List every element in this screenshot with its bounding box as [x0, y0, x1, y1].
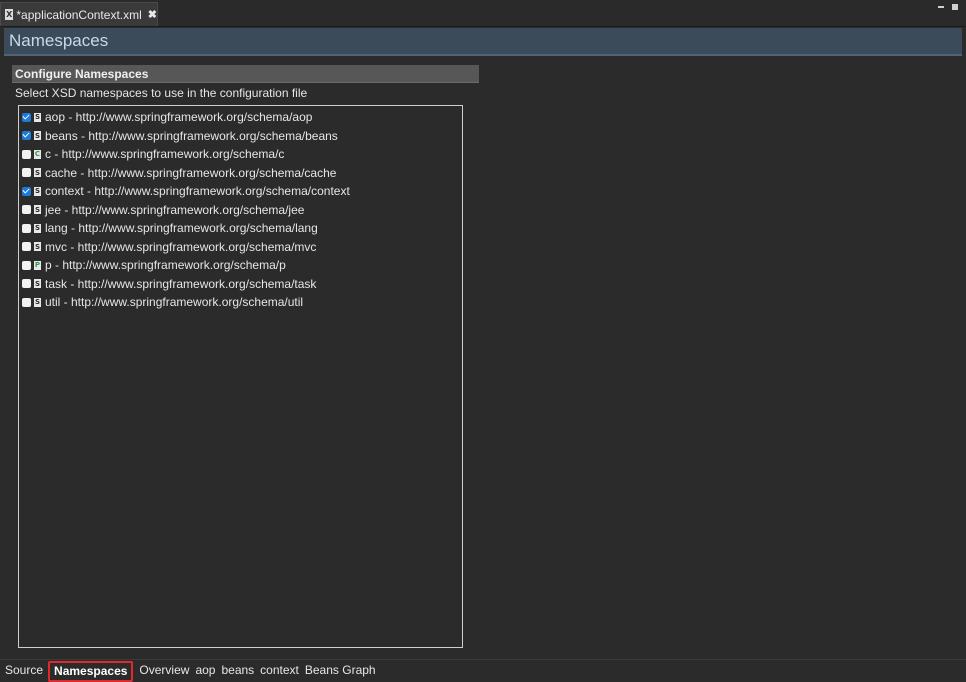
- tab-beans[interactable]: beans: [221, 663, 254, 677]
- tab-beans-graph[interactable]: Beans Graph: [305, 663, 376, 677]
- schema-icon: S: [34, 297, 41, 307]
- namespace-checkbox[interactable]: [22, 223, 31, 233]
- namespace-label: beans - http://www.springframework.org/s…: [45, 128, 338, 143]
- page-title: Namespaces: [9, 31, 109, 50]
- editor-tab-application-context[interactable]: X *applicationContext.xml ✖: [0, 2, 158, 26]
- namespace-checkbox[interactable]: [22, 260, 31, 270]
- tab-context[interactable]: context: [260, 663, 299, 677]
- namespace-row[interactable]: Scache - http://www.springframework.org/…: [22, 164, 336, 182]
- section-description: Select XSD namespaces to use in the conf…: [15, 86, 308, 100]
- namespace-checkbox[interactable]: [22, 186, 31, 196]
- namespace-label: context - http://www.springframework.org…: [45, 184, 350, 198]
- namespace-label: mvc - http://www.springframework.org/sch…: [45, 239, 317, 254]
- namespace-row[interactable]: Stask - http://www.springframework.org/s…: [22, 275, 316, 293]
- namespace-label: jee - http://www.springframework.org/sch…: [45, 202, 305, 217]
- namespace-label: c - http://www.springframework.org/schem…: [45, 147, 285, 161]
- namespace-checkbox[interactable]: [22, 205, 31, 214]
- editor-page-tabs: Source Namespaces Overview aop beans context B…: [0, 659, 966, 682]
- namespace-row[interactable]: Pp - http://www.springframework.org/sche…: [22, 256, 286, 274]
- namespace-checkbox[interactable]: [22, 279, 31, 288]
- namespace-checkbox[interactable]: [22, 131, 31, 140]
- namespace-label: util - http://www.springframework.org/sc…: [45, 295, 304, 309]
- namespace-label: aop - http://www.springframework.org/sch…: [45, 110, 313, 124]
- maximize-icon[interactable]: [952, 4, 958, 10]
- tab-namespaces[interactable]: Namespaces: [48, 660, 134, 682]
- schema-icon: S: [34, 242, 41, 251]
- namespace-row[interactable]: Scontext - http://www.springframework.or…: [22, 182, 350, 200]
- namespace-row[interactable]: Sjee - http://www.springframework.org/sc…: [22, 201, 304, 219]
- schema-icon: S: [34, 205, 41, 214]
- schema-icon: P: [34, 260, 41, 270]
- namespace-checkbox[interactable]: [22, 168, 31, 177]
- namespace-checkbox[interactable]: [22, 112, 31, 122]
- schema-icon: S: [34, 168, 41, 177]
- minimize-icon[interactable]: [938, 6, 944, 8]
- schema-icon: S: [34, 223, 41, 233]
- section-header: Configure Namespaces: [12, 65, 479, 83]
- schema-icon: S: [34, 131, 41, 140]
- namespace-row[interactable]: Saop - http://www.springframework.org/sc…: [22, 108, 312, 126]
- xml-file-icon: X: [5, 9, 14, 20]
- namespace-list[interactable]: Saop - http://www.springframework.org/sc…: [18, 105, 463, 648]
- namespace-row[interactable]: Slang - http://www.springframework.org/s…: [22, 219, 318, 237]
- schema-icon: S: [34, 186, 41, 196]
- close-icon[interactable]: ✖: [148, 8, 157, 21]
- namespace-row[interactable]: Smvc - http://www.springframework.org/sc…: [22, 238, 316, 256]
- schema-icon: C: [34, 149, 41, 159]
- namespace-checkbox[interactable]: [22, 242, 31, 251]
- namespace-row[interactable]: Sbeans - http://www.springframework.org/…: [22, 127, 338, 145]
- namespace-label: task - http://www.springframework.org/sc…: [45, 276, 317, 291]
- namespace-label: p - http://www.springframework.org/schem…: [45, 258, 286, 272]
- namespace-checkbox[interactable]: [22, 297, 31, 307]
- editor-tab-strip: X *applicationContext.xml ✖: [0, 0, 966, 27]
- editor-tab-title: *applicationContext.xml: [16, 7, 142, 22]
- schema-icon: S: [34, 112, 41, 122]
- namespace-label: lang - http://www.springframework.org/sc…: [45, 221, 318, 235]
- window-controls: [938, 4, 958, 10]
- tab-overview[interactable]: Overview: [139, 663, 189, 677]
- tab-aop[interactable]: aop: [195, 663, 215, 677]
- namespace-checkbox[interactable]: [22, 149, 31, 159]
- page-header: Namespaces: [4, 28, 962, 56]
- namespace-row[interactable]: Cc - http://www.springframework.org/sche…: [22, 145, 284, 163]
- namespace-row[interactable]: Sutil - http://www.springframework.org/s…: [22, 293, 303, 311]
- section-title: Configure Namespaces: [15, 66, 149, 81]
- namespace-label: cache - http://www.springframework.org/s…: [45, 165, 337, 180]
- schema-icon: S: [34, 279, 41, 288]
- tab-source[interactable]: Source: [5, 663, 43, 677]
